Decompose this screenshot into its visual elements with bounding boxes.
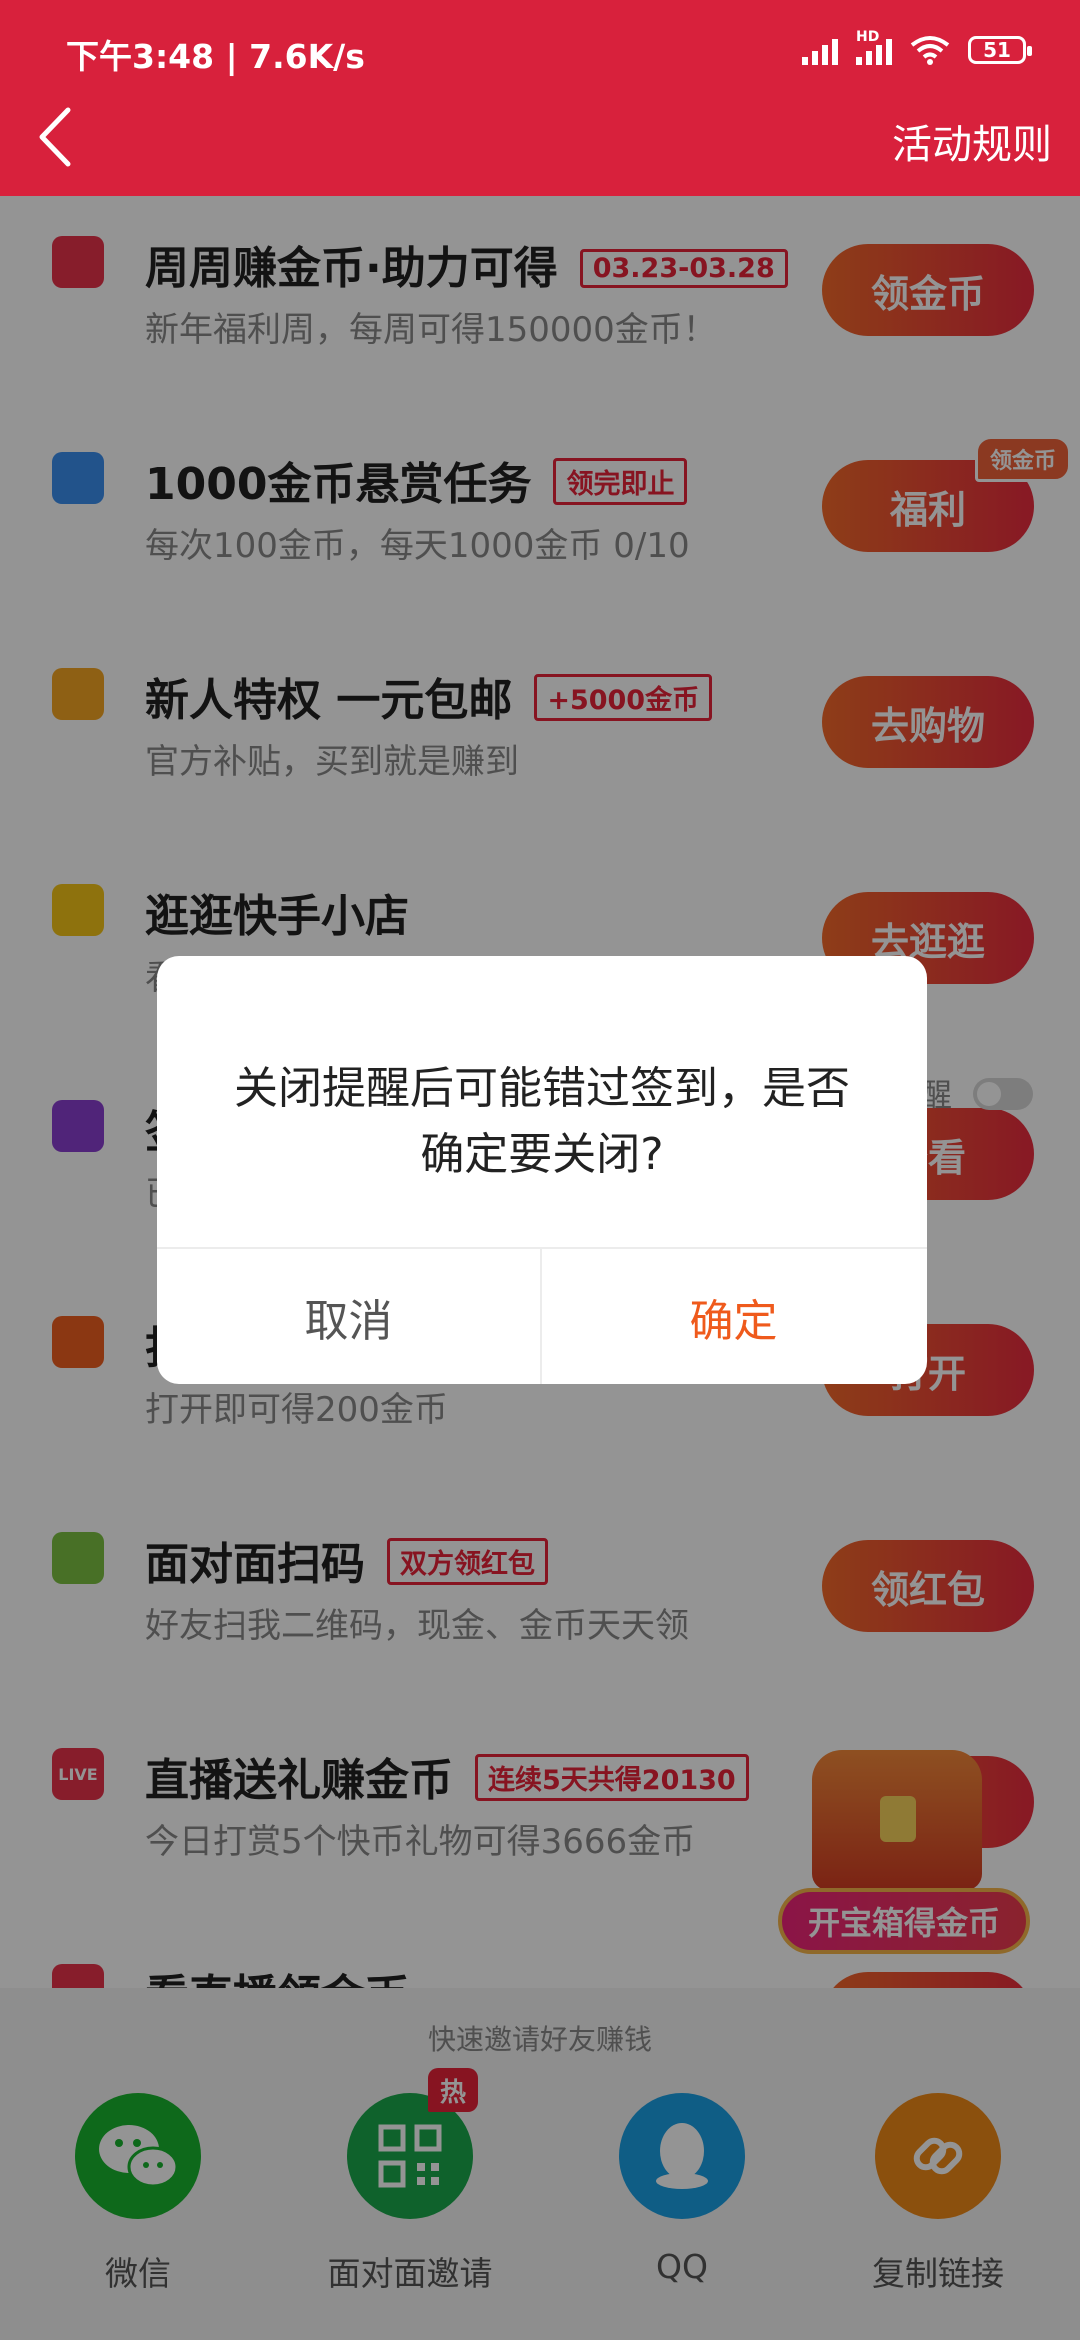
status-icons: HD 51 <box>802 29 1032 70</box>
cancel-button[interactable]: 取消 <box>157 1249 540 1384</box>
hd-label: HD <box>856 29 880 45</box>
signal-hd-icon: HD <box>856 29 892 65</box>
status-time: 下午3:48 | 7.6K/s <box>66 37 365 76</box>
signal-icon <box>802 35 838 65</box>
wifi-icon <box>910 36 950 65</box>
app-header: 下午3:48 | 7.6K/s HD 51 活动规则 <box>0 0 1080 196</box>
confirm-dialog: 关闭提醒后可能错过签到，是否确定要关闭? 取消 确定 <box>157 956 927 1384</box>
activity-rules-link[interactable]: 活动规则 <box>892 112 1052 170</box>
dialog-message: 关闭提醒后可能错过签到，是否确定要关闭? <box>234 1063 850 1180</box>
confirm-button[interactable]: 确定 <box>542 1249 925 1384</box>
back-arrow-icon[interactable] <box>36 104 76 170</box>
status-bar: 下午3:48 | 7.6K/s HD 51 <box>0 0 1080 100</box>
battery-icon: 51 <box>968 36 1032 64</box>
